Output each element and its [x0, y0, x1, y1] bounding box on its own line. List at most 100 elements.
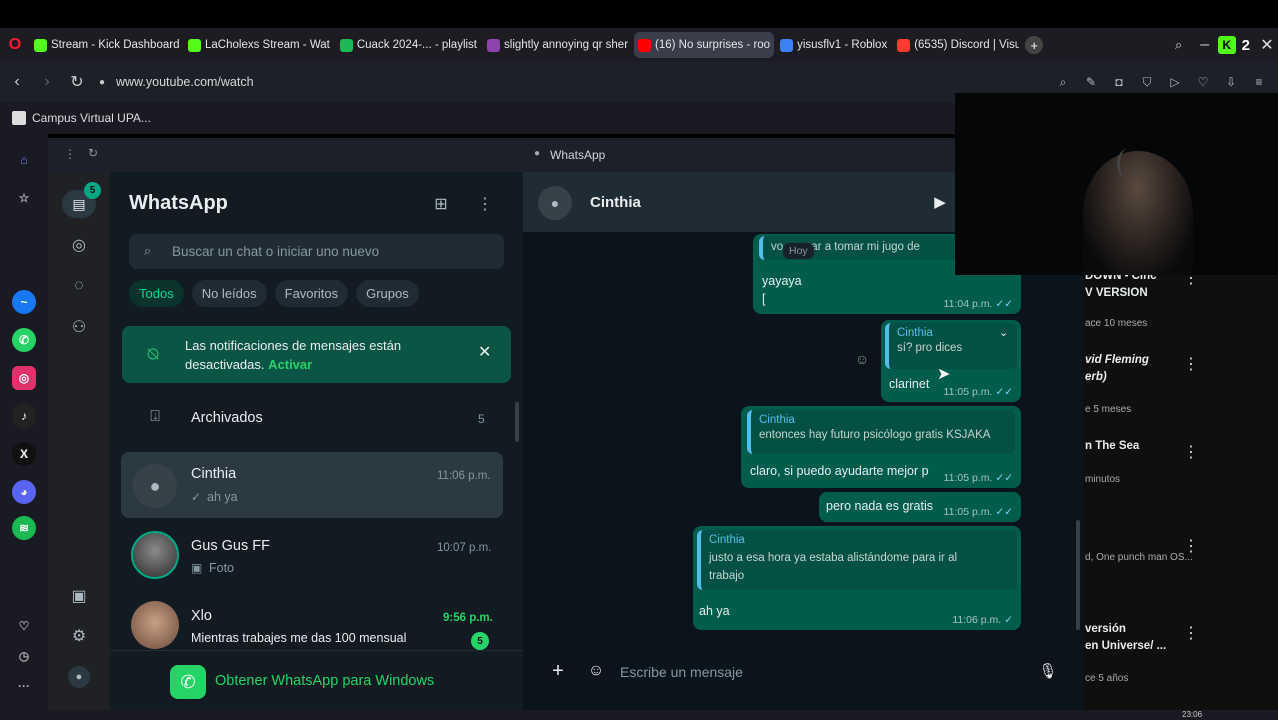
filter-grupos[interactable]: Grupos: [356, 280, 419, 307]
contact-name[interactable]: Cinthia: [590, 194, 641, 211]
message-bubble[interactable]: Cinthia sí? pro dices ⌄ clarinet 11:05 p…: [881, 320, 1021, 402]
messenger-icon[interactable]: ~: [12, 290, 36, 314]
shield-icon[interactable]: ⛉: [1136, 75, 1158, 90]
yt-item[interactable]: DOWN - Cinc V VERSION ace 10 meses ⋮: [1083, 268, 1278, 338]
zoom-icon[interactable]: ⌕: [1052, 75, 1074, 90]
reload-icon[interactable]: ↻: [62, 72, 92, 92]
composer-bar: + ☺ Escribe un mensaje 🎙: [523, 640, 1083, 720]
media-icon[interactable]: ▣: [68, 585, 90, 607]
filter-chips: Todos No leídos Favoritos Grupos: [129, 280, 419, 307]
instagram-icon[interactable]: ◎: [12, 366, 36, 390]
settings-icon[interactable]: ⚙: [68, 625, 90, 647]
menu-icon[interactable]: ≡: [1248, 75, 1270, 90]
minimize-icon[interactable]: –: [1192, 36, 1218, 54]
chat-check-icon: ✓: [191, 490, 202, 504]
message-input[interactable]: Escribe un mensaje: [620, 664, 743, 680]
filter-no-leidos[interactable]: No leídos: [191, 280, 267, 307]
close-banner-icon[interactable]: ✕: [478, 342, 491, 362]
yt-item[interactable]: n The Sea minutos ⋮: [1083, 440, 1278, 490]
more-icon[interactable]: ···: [12, 674, 36, 698]
back-icon[interactable]: ‹: [2, 73, 32, 91]
emoji-react-icon[interactable]: ☺: [853, 350, 871, 368]
kebab-icon[interactable]: ⋮: [1183, 442, 1199, 462]
status-icon[interactable]: ◎: [68, 234, 90, 256]
filter-todos[interactable]: Todos: [129, 280, 184, 307]
tab-favicon-icon: [188, 38, 201, 52]
tiktok-icon[interactable]: ♪: [12, 404, 36, 428]
whatsapp-icon[interactable]: ✆: [12, 328, 36, 352]
conversation-scrollbar[interactable]: [1076, 520, 1080, 630]
tab-label: Cuack 2024-... - playlist: [356, 39, 478, 51]
list-scrollbar[interactable]: [515, 402, 519, 442]
download-icon[interactable]: ⇩: [1220, 75, 1242, 90]
edit-icon[interactable]: ✎: [1080, 75, 1102, 90]
profile-icon[interactable]: ●: [68, 666, 90, 688]
browser-tab[interactable]: Cuack 2024-... - playlist: [336, 32, 481, 58]
browser-tab[interactable]: (6535) Discord | Visus, Sa: [893, 32, 1019, 58]
notice-activate-link[interactable]: Activar: [268, 357, 312, 372]
quoted-message[interactable]: Cinthia justo a esa hora ya estaba alist…: [697, 530, 1017, 590]
yt-item[interactable]: d, One punch man OS... ⋮: [1083, 536, 1278, 576]
video-call-icon[interactable]: ▶: [928, 192, 952, 212]
url-field[interactable]: www.youtube.com/watch: [116, 75, 254, 89]
quoted-message[interactable]: Cinthia sí? pro dices: [885, 323, 1017, 369]
x-icon[interactable]: X: [12, 442, 36, 466]
close-window-icon[interactable]: ✕: [1256, 35, 1278, 55]
opera-logo-icon[interactable]: O: [0, 36, 30, 54]
kebab-icon[interactable]: ⋮: [1183, 536, 1199, 556]
kick-count: 2: [1241, 36, 1250, 54]
message-bubble[interactable]: pero nada es gratis 11:05 p.m. ✓✓: [819, 492, 1021, 522]
star-icon[interactable]: ☆: [12, 186, 36, 210]
yt-item-meta: ce 5 años: [1085, 673, 1129, 684]
browser-tab[interactable]: LaCholexs Stream - Wat: [184, 32, 334, 58]
tab-label: (16) No surprises - roo: [655, 39, 771, 51]
browser-tab[interactable]: (16) No surprises - roo: [634, 32, 775, 58]
browser-tab[interactable]: slightly annoying qr sher: [483, 32, 632, 58]
panel-reload-icon[interactable]: ↻: [88, 146, 98, 160]
archived-row[interactable]: ⍗ Archivados 5: [122, 404, 511, 434]
sticker-icon[interactable]: ☺: [585, 660, 607, 682]
bookmark-campus[interactable]: Campus Virtual UPA...: [32, 111, 151, 125]
heart-sidebar-icon[interactable]: ♡: [12, 614, 36, 638]
spotify-icon[interactable]: ≋: [12, 516, 36, 540]
menu-dots-icon[interactable]: ⋮: [476, 194, 494, 214]
new-tab-icon[interactable]: +: [1025, 36, 1044, 54]
communities-icon[interactable]: ⚇: [66, 316, 92, 338]
play-icon[interactable]: ▷: [1164, 75, 1186, 90]
channels-icon[interactable]: ◌: [68, 275, 90, 297]
quoted-message[interactable]: Cinthia entonces hay futuro psicólogo gr…: [747, 410, 1015, 454]
yt-item[interactable]: vid Fleming erb) e 5 meses ⋮: [1083, 352, 1278, 422]
message-bubble[interactable]: Cinthia justo a esa hora ya estaba alist…: [693, 526, 1021, 630]
chat-row-cinthia[interactable]: ● Cinthia 11:06 p.m. ✓ ah ya: [121, 452, 503, 518]
attach-plus-icon[interactable]: +: [547, 660, 569, 682]
archived-count: 5: [478, 412, 485, 426]
browser-tab[interactable]: Stream - Kick Dashboard: [30, 32, 182, 58]
camera-icon[interactable]: ◘: [1108, 75, 1130, 90]
search-input[interactable]: Buscar un chat o iniciar uno nuevo: [172, 244, 379, 259]
chat-row-gusgus[interactable]: Gus Gus FF 10:07 p.m. ▣ Foto: [121, 522, 503, 588]
yt-item[interactable]: versión en Universe/ ... ce 5 años ⋮: [1083, 621, 1278, 691]
search-box[interactable]: ⌕ Buscar un chat o iniciar uno nuevo: [129, 234, 504, 269]
panel-title: WhatsApp: [550, 148, 606, 162]
filter-favoritos[interactable]: Favoritos: [274, 280, 349, 307]
kebab-icon[interactable]: ⋮: [1183, 354, 1199, 374]
search-tabs-icon[interactable]: ⌕: [1166, 37, 1192, 53]
forward-icon[interactable]: ›: [32, 73, 62, 91]
discord-icon[interactable]: ◕: [12, 480, 36, 504]
history-icon[interactable]: ◷: [12, 644, 36, 668]
panel-lock-icon: ●: [534, 148, 541, 159]
new-chat-icon[interactable]: ⊞: [430, 194, 452, 214]
message-text: pero nada es gratis: [826, 499, 934, 513]
microphone-icon[interactable]: 🎙: [1037, 660, 1059, 682]
single-check-icon: ✓: [1004, 614, 1013, 626]
message-bubble[interactable]: Cinthia entonces hay futuro psicólogo gr…: [741, 406, 1021, 488]
home-icon[interactable]: ⌂: [12, 148, 36, 172]
chats-badge: 5: [84, 182, 101, 199]
panel-menu-icon[interactable]: ⋮: [64, 147, 76, 161]
chat-row-xlo[interactable]: Xlo 9:56 p.m. Mientras trabajes me das 1…: [121, 592, 503, 658]
chevron-down-icon[interactable]: ⌄: [999, 326, 1008, 339]
kebab-icon[interactable]: ⋮: [1183, 623, 1199, 643]
browser-tab[interactable]: yisusflv1 - Roblox: [776, 32, 891, 58]
contact-avatar[interactable]: ●: [538, 186, 572, 220]
heart-icon[interactable]: ♡: [1192, 75, 1214, 90]
